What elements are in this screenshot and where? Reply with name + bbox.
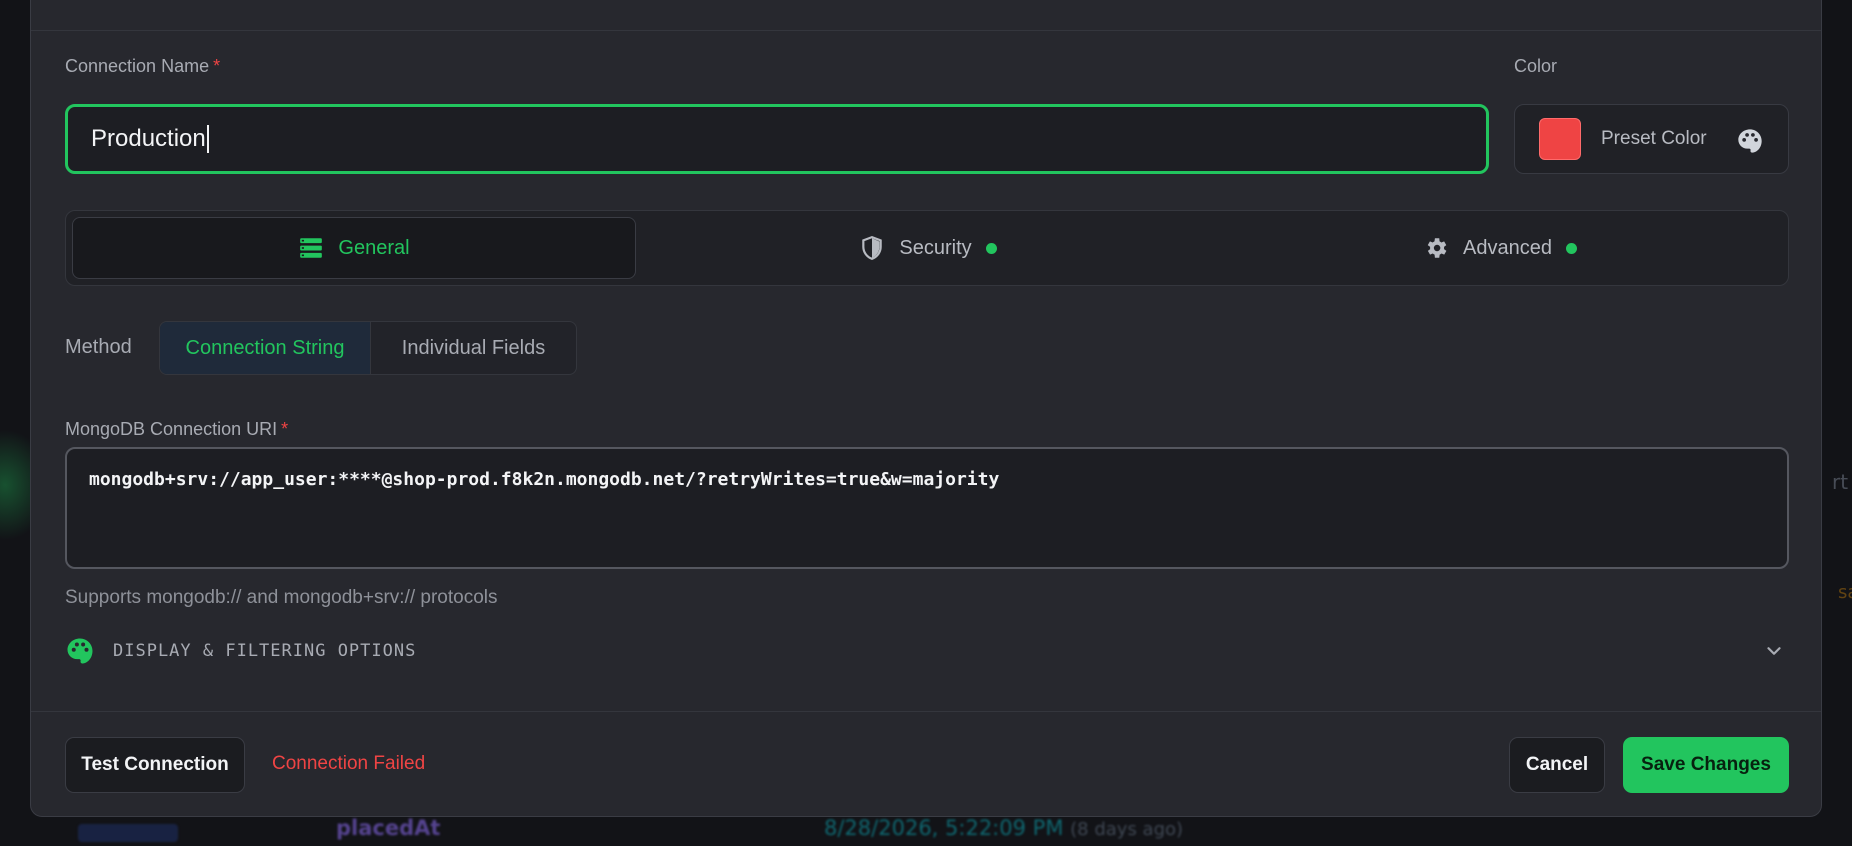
background-field-name: placedAt — [336, 816, 441, 840]
footer-divider — [31, 711, 1821, 712]
background-date-relative: (8 days ago) — [1070, 819, 1184, 840]
uri-label: MongoDB Connection URI * — [65, 419, 288, 440]
connection-dialog: Connection Name * Production Color Preset… — [30, 0, 1822, 817]
background-date-value: 8/28/2026, 5:22:09 PM — [824, 816, 1064, 840]
background-text: sa — [1838, 582, 1852, 603]
chevron-down-icon[interactable] — [1763, 640, 1785, 662]
uri-label-text: MongoDB Connection URI — [65, 419, 278, 439]
background-date: 8/28/2026, 5:22:09 PM (8 days ago) — [824, 816, 1183, 840]
tab-general-label: General — [338, 236, 410, 259]
shield-icon — [862, 236, 883, 260]
test-connection-button[interactable]: Test Connection — [65, 737, 245, 793]
connection-uri-textarea[interactable]: mongodb+srv://app_user:****@shop-prod.f8… — [65, 447, 1789, 569]
tab-advanced[interactable]: Advanced — [1218, 217, 1782, 279]
connection-name-label-text: Connection Name — [65, 56, 210, 76]
cancel-button[interactable]: Cancel — [1509, 737, 1605, 793]
method-label: Method — [65, 336, 132, 358]
status-dot — [1565, 242, 1577, 254]
save-button[interactable]: Save Changes — [1623, 737, 1789, 793]
connection-status: Connection Failed — [272, 753, 426, 774]
background-text: rt — [1832, 470, 1849, 494]
method-connection-string[interactable]: Connection String — [160, 322, 371, 374]
display-options-label: DISPLAY & FILTERING OPTIONS — [113, 641, 417, 661]
color-picker[interactable]: Preset Color — [1514, 104, 1789, 174]
required-mark: * — [213, 56, 221, 76]
connection-uri-value: mongodb+srv://app_user:****@shop-prod.f8… — [89, 469, 1000, 490]
tab-security-label: Security — [899, 236, 972, 259]
method-segmented-control: Connection String Individual Fields — [159, 321, 577, 375]
connection-name-input[interactable]: Production — [65, 104, 1489, 174]
connection-name-label: Connection Name * — [65, 56, 220, 77]
text-caret — [206, 125, 209, 153]
gear-icon — [1427, 238, 1447, 258]
tab-bar: General Security Advanced — [65, 210, 1789, 286]
uri-helper-text: Supports mongodb:// and mongodb+srv:// p… — [65, 587, 498, 608]
palette-icon — [67, 638, 93, 664]
connection-name-value: Production — [91, 125, 206, 152]
background-pill — [78, 824, 178, 842]
background-row: placedAt 8/28/2026, 5:22:09 PM (8 days a… — [0, 816, 1852, 846]
method-individual-fields[interactable]: Individual Fields — [371, 322, 576, 374]
tab-advanced-label: Advanced — [1463, 236, 1552, 259]
tab-security[interactable]: Security — [646, 217, 1210, 279]
color-label: Color — [1514, 56, 1558, 76]
tab-general[interactable]: General — [72, 217, 636, 279]
preset-color-label: Preset Color — [1601, 128, 1707, 149]
required-mark: * — [281, 419, 289, 439]
palette-icon[interactable] — [1736, 127, 1764, 155]
status-dot — [985, 242, 997, 254]
header-divider — [31, 30, 1821, 31]
server-list-icon — [300, 238, 323, 258]
color-swatch[interactable] — [1539, 118, 1581, 160]
display-options-toggle[interactable]: DISPLAY & FILTERING OPTIONS — [65, 634, 1789, 668]
